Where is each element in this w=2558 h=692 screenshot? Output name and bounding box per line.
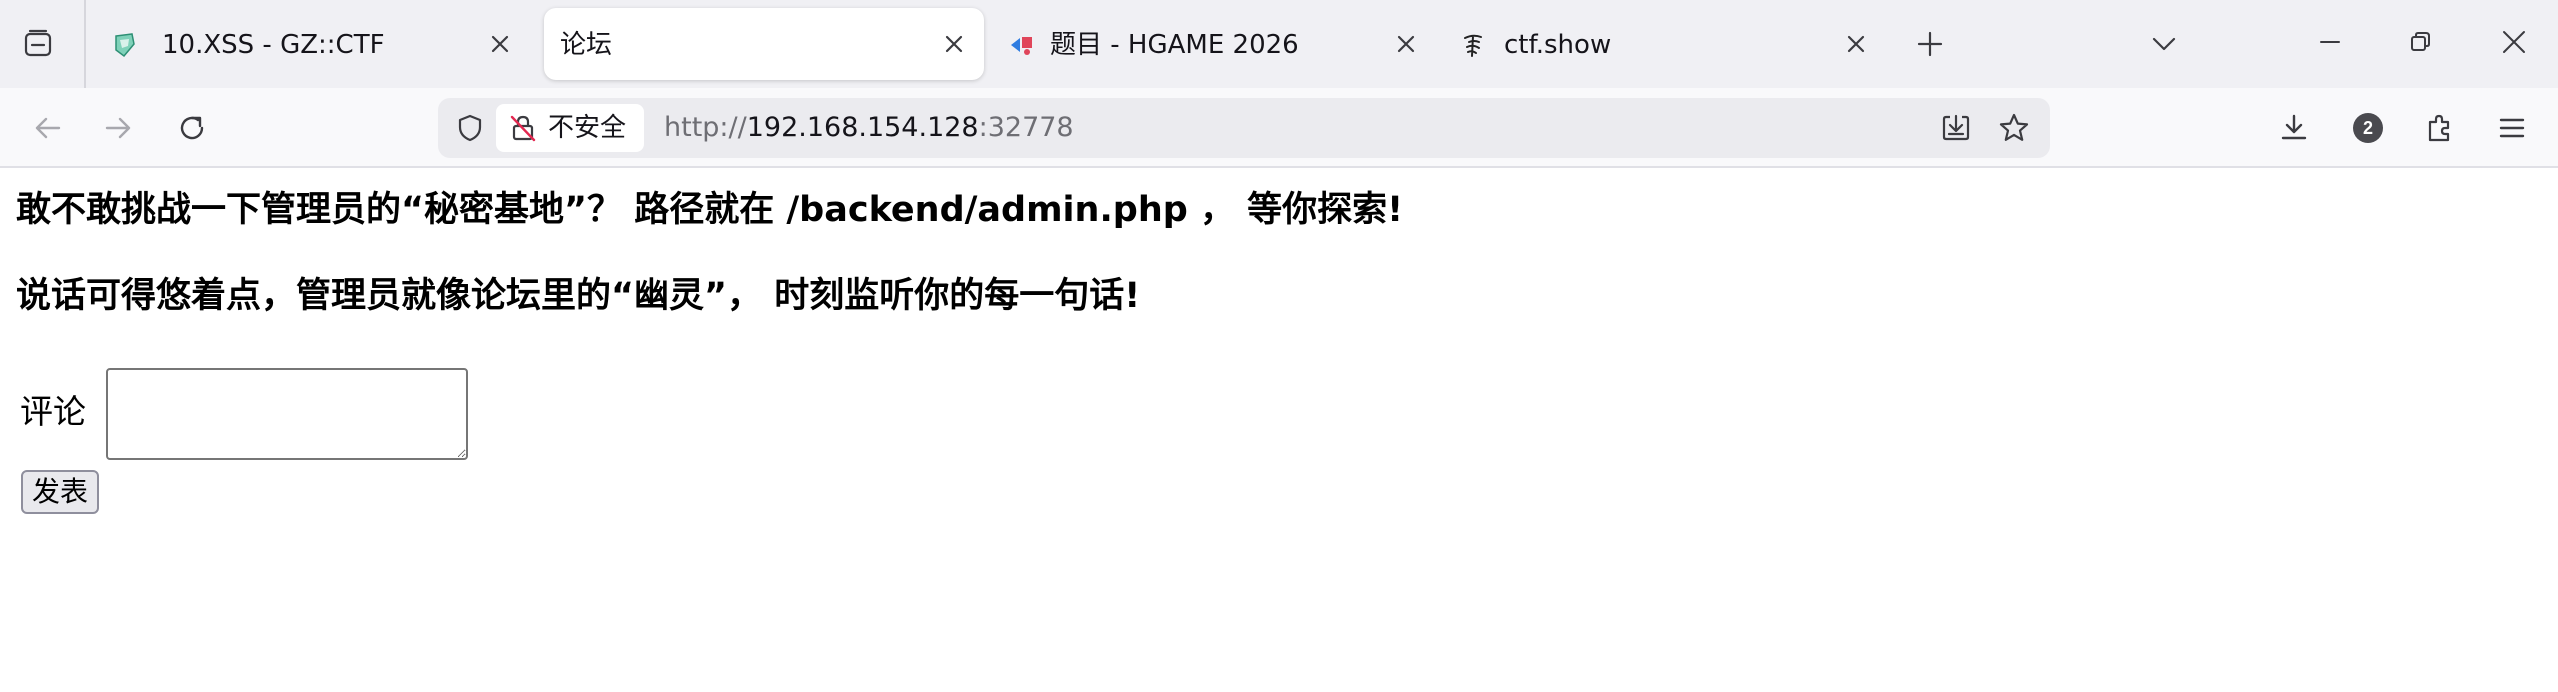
- tab-groups-icon: [24, 29, 52, 57]
- url-scheme: http://: [664, 112, 747, 143]
- downloads-button[interactable]: [2270, 104, 2318, 152]
- tab-title: 论坛: [560, 30, 613, 60]
- plus-icon: [1917, 31, 1943, 57]
- url-text[interactable]: http://192.168.154.128:32778: [664, 113, 1074, 143]
- tab-title: 题目 - HGAME 2026: [1050, 30, 1299, 60]
- close-icon: [1397, 35, 1415, 53]
- tab-title: ctf.show: [1504, 30, 1612, 60]
- gzctf-icon: [115, 33, 135, 58]
- tab-strip: 10.XSS - GZ::CTF 论坛 题目 - HGAME 2026 ctf.…: [0, 0, 2558, 88]
- url-host: 192.168.154.128: [746, 112, 979, 143]
- account-button[interactable]: 2: [2344, 104, 2392, 152]
- bookmark-button[interactable]: [1996, 110, 2032, 146]
- submit-comment-button[interactable]: 发表: [21, 470, 99, 514]
- close-icon: [1847, 35, 1865, 53]
- shield-icon: [458, 114, 482, 142]
- comment-textarea[interactable]: [106, 368, 468, 460]
- navigation-toolbar: 不安全 http://192.168.154.128:32778 2: [0, 88, 2558, 168]
- reload-icon: [180, 116, 204, 140]
- arrow-left-icon: [35, 117, 61, 139]
- comment-label: 评论: [20, 392, 86, 431]
- tab-close-button[interactable]: [1840, 28, 1872, 60]
- tab-forum[interactable]: 论坛: [544, 8, 984, 80]
- security-label: 不安全: [548, 113, 627, 143]
- app-menu-button[interactable]: [2488, 104, 2536, 152]
- tab-close-button[interactable]: [1390, 28, 1422, 60]
- tab-close-button[interactable]: [484, 28, 516, 60]
- close-icon: [945, 35, 963, 53]
- restore-button[interactable]: [2396, 18, 2444, 66]
- minimize-icon: [2320, 41, 2340, 43]
- tracking-protection-button[interactable]: [452, 110, 488, 146]
- minimize-button[interactable]: [2306, 18, 2354, 66]
- page-content: 敢不敢挑战一下管理员的“秘密基地”？ 路径就在 /backend/admin.p…: [0, 170, 2558, 692]
- page-heading-admin-hint: 敢不敢挑战一下管理员的“秘密基地”？ 路径就在 /backend/admin.p…: [16, 190, 1404, 230]
- connection-insecure-button[interactable]: 不安全: [496, 104, 644, 152]
- page-heading-warning: 说话可得悠着点，管理员就像论坛里的“幽灵”， 时刻监听你的每一句话!: [16, 276, 1141, 316]
- tab-close-button[interactable]: [938, 28, 970, 60]
- forward-button[interactable]: [94, 104, 142, 152]
- close-icon: [491, 35, 509, 53]
- tab-title: 10.XSS - GZ::CTF: [162, 30, 385, 60]
- close-icon: [2503, 31, 2525, 53]
- hamburger-menu-icon: [2499, 118, 2525, 138]
- arrow-right-icon: [105, 117, 131, 139]
- new-tab-button[interactable]: [1906, 20, 1954, 68]
- notification-count-badge: 2: [2353, 113, 2383, 143]
- download-icon: [2281, 114, 2307, 140]
- tab-hgame[interactable]: 题目 - HGAME 2026: [996, 8, 1436, 80]
- ctfshow-icon: [1464, 34, 1482, 57]
- restore-icon: [2411, 32, 2430, 51]
- list-all-tabs-button[interactable]: [2140, 20, 2188, 68]
- extensions-button[interactable]: [2416, 104, 2464, 152]
- tab-strip-divider: [84, 0, 86, 88]
- chevron-down-icon: [2152, 37, 2176, 51]
- tab-ctfshow[interactable]: ctf.show: [1446, 8, 1886, 80]
- save-page-button[interactable]: [1938, 110, 1974, 146]
- download-tray-icon: [1942, 114, 1970, 141]
- tab-gzctf[interactable]: 10.XSS - GZ::CTF: [94, 8, 530, 80]
- reload-button[interactable]: [168, 104, 216, 152]
- close-window-button[interactable]: [2490, 18, 2538, 66]
- tab-groups-button[interactable]: [18, 24, 58, 64]
- star-icon: [1999, 113, 2029, 141]
- address-bar[interactable]: 不安全 http://192.168.154.128:32778: [438, 98, 2050, 158]
- url-port: :32778: [978, 112, 1074, 143]
- hgame-icon: [1011, 37, 1032, 55]
- puzzle-icon: [2428, 114, 2450, 142]
- insecure-lock-icon: [510, 115, 536, 142]
- back-button[interactable]: [24, 104, 72, 152]
